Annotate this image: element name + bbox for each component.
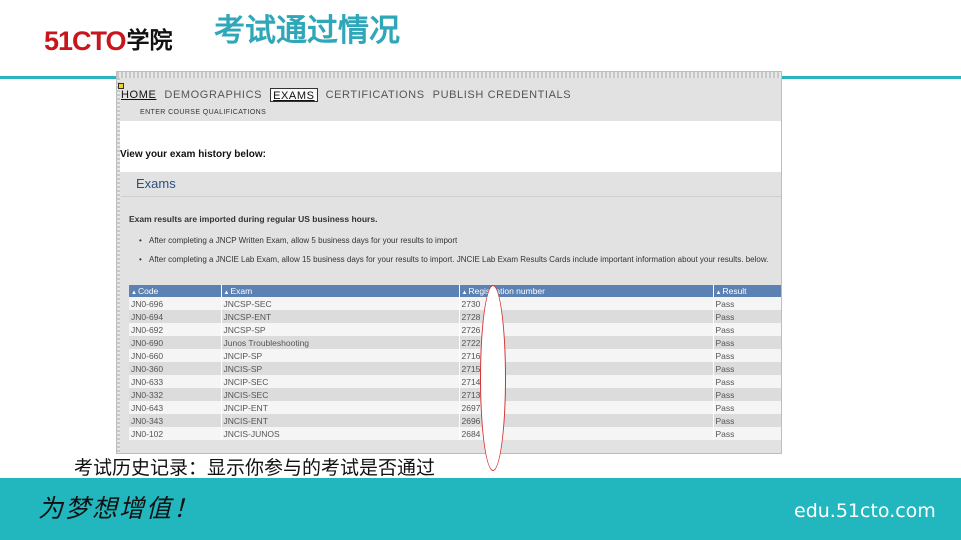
cell-exam: JNCSP-SEC bbox=[221, 297, 460, 310]
exam-history-table: ▲Code ▲Exam ▲Registration number ▲Result… bbox=[129, 285, 781, 440]
sort-up-icon: ▲ bbox=[715, 290, 722, 296]
cell-code: JN0-692 bbox=[129, 323, 222, 336]
sort-up-icon: ▲ bbox=[461, 290, 468, 296]
cell-exam: JNCIS-SEC bbox=[221, 388, 460, 401]
sort-up-icon: ▲ bbox=[223, 290, 230, 296]
logo-number: 51CTO bbox=[44, 26, 127, 56]
bullet-written-exam: After completing a JNCP Written Exam, al… bbox=[139, 235, 779, 246]
subnav-enter-course-qualifications[interactable]: ENTER COURSE QUALIFICATIONS bbox=[140, 109, 266, 116]
cell-result: Pass bbox=[713, 323, 781, 336]
column-label: Result bbox=[722, 286, 747, 296]
column-header-exam[interactable]: ▲Exam bbox=[221, 285, 460, 297]
column-label: Registration number bbox=[468, 286, 545, 296]
bullet-lab-exam: After completing a JNCIE Lab Exam, allow… bbox=[139, 254, 779, 265]
cell-code: JN0-694 bbox=[129, 310, 222, 323]
nav-home[interactable]: HOME bbox=[121, 88, 156, 102]
column-header-code[interactable]: ▲Code bbox=[129, 285, 222, 297]
section-divider bbox=[121, 196, 781, 197]
slogan: 为梦想增值！ bbox=[38, 494, 201, 523]
slide-title: 考试通过情况 bbox=[214, 13, 400, 49]
table-row: JN0-643 JNCIP-ENT 2697 Pass bbox=[129, 401, 781, 414]
sort-up-icon: ▲ bbox=[131, 290, 137, 296]
brand-logo: 51CTO 学院 bbox=[44, 22, 173, 56]
cell-code: JN0-360 bbox=[129, 362, 222, 375]
table-row: JN0-102 JNCIS-JUNOS 2684 Pass bbox=[129, 427, 781, 440]
column-label: Exam bbox=[230, 286, 253, 296]
cell-result: Pass bbox=[713, 388, 781, 401]
cell-result: Pass bbox=[713, 362, 781, 375]
table-row: JN0-690 Junos Troubleshooting 2722 Pass bbox=[129, 336, 781, 349]
cell-exam: JNCSP-ENT bbox=[221, 310, 460, 323]
cell-code: JN0-643 bbox=[129, 401, 222, 414]
cell-exam: JNCSP-SP bbox=[221, 323, 460, 336]
highlight-oval bbox=[480, 285, 506, 471]
cell-exam: JNCIP-SEC bbox=[221, 375, 460, 388]
cell-result: Pass bbox=[713, 349, 781, 362]
import-note: Exam results are imported during regular… bbox=[129, 214, 378, 224]
cell-result: Pass bbox=[713, 401, 781, 414]
table-row: JN0-633 JNCIP-SEC 2714 Pass bbox=[129, 375, 781, 388]
cell-exam: JNCIS-ENT bbox=[221, 414, 460, 427]
cell-result: Pass bbox=[713, 414, 781, 427]
cell-code: JN0-660 bbox=[129, 349, 222, 362]
history-label: View your exam history below: bbox=[120, 149, 266, 160]
exam-portal-screenshot: HOME DEMOGRAPHICS EXAMS CERTIFICATIONS P… bbox=[116, 71, 782, 454]
table-row: JN0-696 JNCSP-SEC 2730 Pass bbox=[129, 297, 781, 310]
cell-result: Pass bbox=[713, 427, 781, 440]
cell-exam: Junos Troubleshooting bbox=[221, 336, 460, 349]
table-row: JN0-332 JNCIS-SEC 2713 Pass bbox=[129, 388, 781, 401]
column-header-result[interactable]: ▲Result bbox=[713, 285, 781, 297]
cell-exam: JNCIS-SP bbox=[221, 362, 460, 375]
cell-code: JN0-633 bbox=[129, 375, 222, 388]
cell-result: Pass bbox=[713, 297, 781, 310]
nav-publish-credentials[interactable]: PUBLISH CREDENTIALS bbox=[433, 88, 572, 102]
cell-exam: JNCIS-JUNOS bbox=[221, 427, 460, 440]
table-row: JN0-692 JNCSP-SP 2726 Pass bbox=[129, 323, 781, 336]
screenshot-top-border bbox=[117, 72, 781, 78]
table-row: JN0-694 JNCSP-ENT 2728 Pass bbox=[129, 310, 781, 323]
cell-result: Pass bbox=[713, 310, 781, 323]
top-nav: HOME DEMOGRAPHICS EXAMS CERTIFICATIONS P… bbox=[121, 88, 571, 102]
content-band bbox=[120, 121, 781, 172]
table-row: JN0-343 JNCIS-ENT 2696 Pass bbox=[129, 414, 781, 427]
nav-exams[interactable]: EXAMS bbox=[270, 88, 318, 102]
nav-certifications[interactable]: CERTIFICATIONS bbox=[326, 88, 425, 102]
cell-exam: JNCIP-ENT bbox=[221, 401, 460, 414]
table-row: JN0-660 JNCIP-SP 2716 Pass bbox=[129, 349, 781, 362]
cell-exam: JNCIP-SP bbox=[221, 349, 460, 362]
cell-code: JN0-102 bbox=[129, 427, 222, 440]
cell-code: JN0-343 bbox=[129, 414, 222, 427]
exams-section-title: Exams bbox=[136, 176, 176, 191]
column-label: Code bbox=[137, 286, 159, 296]
nav-demographics[interactable]: DEMOGRAPHICS bbox=[164, 88, 262, 102]
cell-code: JN0-696 bbox=[129, 297, 222, 310]
table-header-row: ▲Code ▲Exam ▲Registration number ▲Result bbox=[129, 285, 781, 297]
cell-code: JN0-332 bbox=[129, 388, 222, 401]
logo-name: 学院 bbox=[126, 28, 173, 54]
website: edu.51cto.com bbox=[794, 500, 936, 522]
cell-result: Pass bbox=[713, 336, 781, 349]
cell-result: Pass bbox=[713, 375, 781, 388]
cell-code: JN0-690 bbox=[129, 336, 222, 349]
table-row: JN0-360 JNCIS-SP 2715 Pass bbox=[129, 362, 781, 375]
